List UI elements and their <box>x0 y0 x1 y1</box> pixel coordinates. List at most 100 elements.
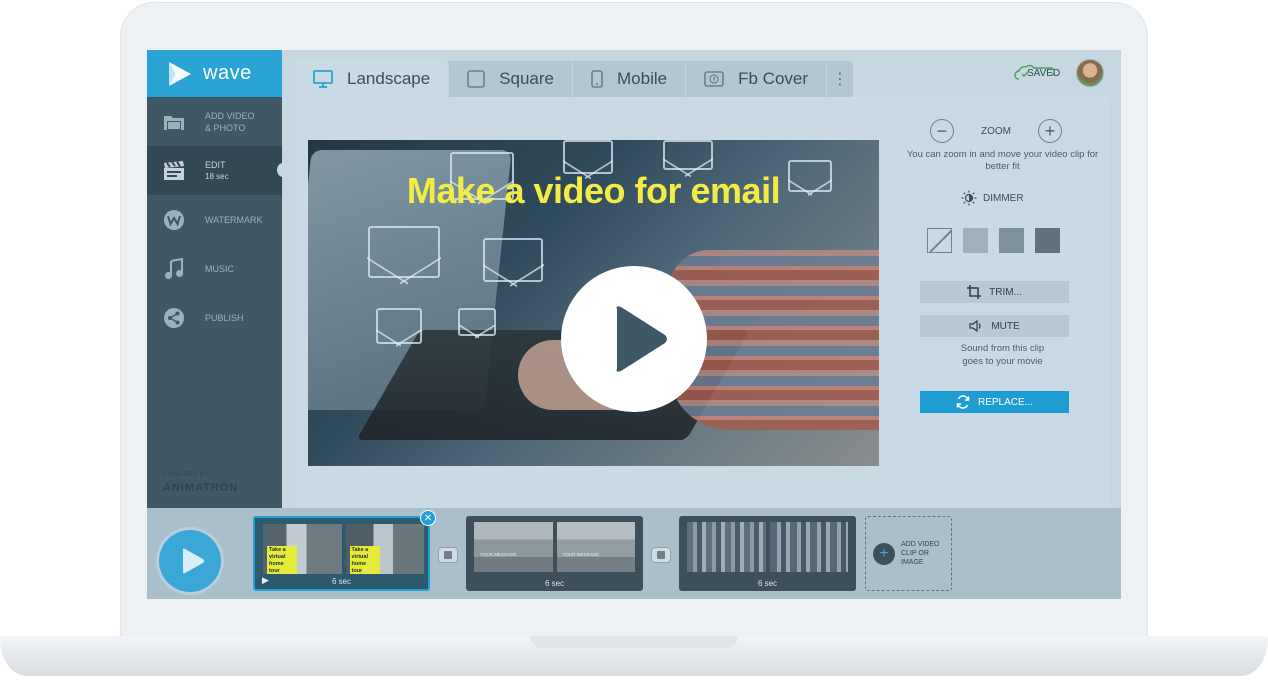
clip-duration: 6 sec <box>757 579 778 588</box>
cloud-icon <box>1013 64 1057 82</box>
sidebar-item-add-video[interactable]: ADD VIDEO & PHOTO <box>147 97 282 146</box>
clip-thumbnail: YOUR MESSAGE YOUR MESSAGE <box>474 522 635 572</box>
play-video-button[interactable] <box>561 266 707 412</box>
mute-label: MUTE <box>991 320 1020 332</box>
clip-caption: YOUR MESSAGE <box>562 552 600 557</box>
envelope-icon <box>458 308 496 336</box>
envelope-icon <box>483 238 543 282</box>
replace-label: REPLACE... <box>977 396 1034 408</box>
clip-text-tag: Take a virtual home tour <box>267 546 297 574</box>
envelope-icon <box>376 308 422 344</box>
envelope-icon <box>663 140 713 170</box>
dimmer-heading: DIMMER <box>961 190 1024 206</box>
app-screen: wave ADD VIDEO & PHOTO EDIT 18 sec WATERM… <box>147 50 1121 599</box>
mute-hint: Sound from this clip goes to your movie <box>895 342 1110 368</box>
square-icon <box>467 70 485 88</box>
video-preview[interactable]: Make a video for email <box>308 140 879 466</box>
sidebar-item-watermark[interactable]: WATERMARK <box>147 195 282 244</box>
tab-mobile[interactable]: Mobile <box>573 61 687 97</box>
user-avatar[interactable] <box>1076 59 1104 87</box>
sidebar-item-label: EDIT 18 sec <box>205 159 229 183</box>
clip-caption: YOUR MESSAGE <box>480 552 517 557</box>
edit-label: EDIT <box>205 159 226 170</box>
remove-clip-button[interactable]: ✕ <box>420 510 436 526</box>
timeline: Take a virtual home tour Take a virtual … <box>147 508 1121 599</box>
play-icon <box>616 306 667 372</box>
dimmer-none-swatch[interactable] <box>927 228 952 253</box>
play-icon <box>182 548 204 574</box>
tab-label: Landscape <box>347 69 431 88</box>
more-options-icon[interactable]: ⋮ <box>827 61 853 97</box>
editor-main: Make a video for email − ZOOM + You can … <box>295 97 1110 508</box>
watermark-icon <box>161 207 187 233</box>
sidebar-item-label: PUBLISH <box>205 312 244 323</box>
mute-hint-line-2: goes to your movie <box>962 356 1043 367</box>
clapperboard-icon <box>161 158 187 184</box>
sidebar-item-edit[interactable]: EDIT 18 sec <box>147 146 289 195</box>
transition-handle[interactable] <box>438 547 458 563</box>
tab-landscape[interactable]: Landscape <box>295 61 450 97</box>
trim-label: TRIM... <box>989 286 1022 298</box>
clip-frame: YOUR MESSAGE <box>556 522 635 572</box>
sidebar-item-label: ADD VIDEO & PHOTO <box>205 110 255 133</box>
wave-logo-icon <box>167 60 193 88</box>
dimmer-medium-swatch[interactable] <box>999 228 1024 253</box>
transition-handle[interactable] <box>651 547 671 563</box>
clip-frame <box>687 522 766 572</box>
video-headline: Make a video for email <box>406 170 781 211</box>
dimmer-dark-swatch[interactable] <box>1035 228 1060 253</box>
zoom-label: ZOOM <box>981 125 1011 137</box>
sidebar-item-music[interactable]: MUSIC <box>147 244 282 293</box>
powered-by-label: POWERED BY <box>163 472 209 478</box>
add-clip-button[interactable]: + ADD VIDEO CLIP OR IMAGE <box>865 516 952 591</box>
clip-frame: Take a virtual home tour <box>345 524 424 574</box>
facebook-icon <box>704 71 724 87</box>
clip-text-tag: Take a virtual home tour <box>349 546 380 574</box>
brightness-icon <box>961 190 977 206</box>
timeline-clip-1[interactable]: Take a virtual home tour Take a virtual … <box>253 510 436 591</box>
zoom-out-button[interactable]: − <box>930 119 954 143</box>
tab-label: Fb Cover <box>738 69 809 88</box>
brand-name: wave <box>203 62 252 84</box>
mute-hint-line-1: Sound from this clip <box>960 343 1045 354</box>
replace-button[interactable]: REPLACE... <box>920 391 1069 413</box>
powered-by: POWERED BY ANIMATRON <box>163 472 238 496</box>
envelope-icon <box>368 226 440 278</box>
zoom-hint: You can zoom in and move your video clip… <box>906 149 1099 172</box>
dimmer-light-swatch[interactable] <box>963 228 988 253</box>
format-tabs: Landscape Square Mobile Fb Cover ⋮ <box>295 61 854 97</box>
clip-settings-panel: − ZOOM + You can zoom in and move your v… <box>895 97 1110 508</box>
tab-label: Mobile <box>617 69 668 88</box>
trim-button[interactable]: TRIM... <box>920 281 1069 303</box>
sidebar-item-publish[interactable]: PUBLISH <box>147 293 282 342</box>
saved-status: SAVED <box>1013 64 1060 82</box>
timeline-clip-2[interactable]: YOUR MESSAGE YOUR MESSAGE 6 sec <box>466 516 643 591</box>
clip-frame: YOUR MESSAGE <box>474 522 553 572</box>
timeline-clip-3[interactable]: 6 sec <box>679 516 856 591</box>
clip-frame: Take a virtual home tour <box>263 524 342 574</box>
refresh-icon <box>956 395 970 409</box>
play-movie-button[interactable] <box>159 530 221 592</box>
edit-duration: 18 sec <box>205 171 229 181</box>
tab-label: Square <box>499 69 555 88</box>
dimmer-label: DIMMER <box>983 192 1024 204</box>
music-note-icon <box>161 256 187 282</box>
tab-fb-cover[interactable]: Fb Cover <box>686 61 828 97</box>
mute-button[interactable]: MUTE <box>920 315 1069 337</box>
animatron-logo: ANIMATRON <box>163 482 239 494</box>
envelope-icon <box>563 140 613 174</box>
tab-square[interactable]: Square <box>449 61 574 97</box>
phone-icon <box>591 70 603 88</box>
dimmer-swatches <box>927 228 1060 253</box>
plus-icon: + <box>873 542 895 565</box>
zoom-control: − ZOOM + <box>930 119 1062 143</box>
add-clip-label: ADD VIDEO CLIP OR IMAGE <box>901 541 940 566</box>
share-icon <box>161 305 187 331</box>
clip-duration: 6 sec <box>544 579 565 588</box>
sidebar-item-label: MUSIC <box>205 263 234 274</box>
brand[interactable]: wave <box>147 50 282 97</box>
sidebar: wave ADD VIDEO & PHOTO EDIT 18 sec WATERM… <box>147 50 289 508</box>
folder-icon <box>161 109 187 135</box>
zoom-in-button[interactable]: + <box>1038 119 1062 143</box>
monitor-icon <box>313 70 333 88</box>
